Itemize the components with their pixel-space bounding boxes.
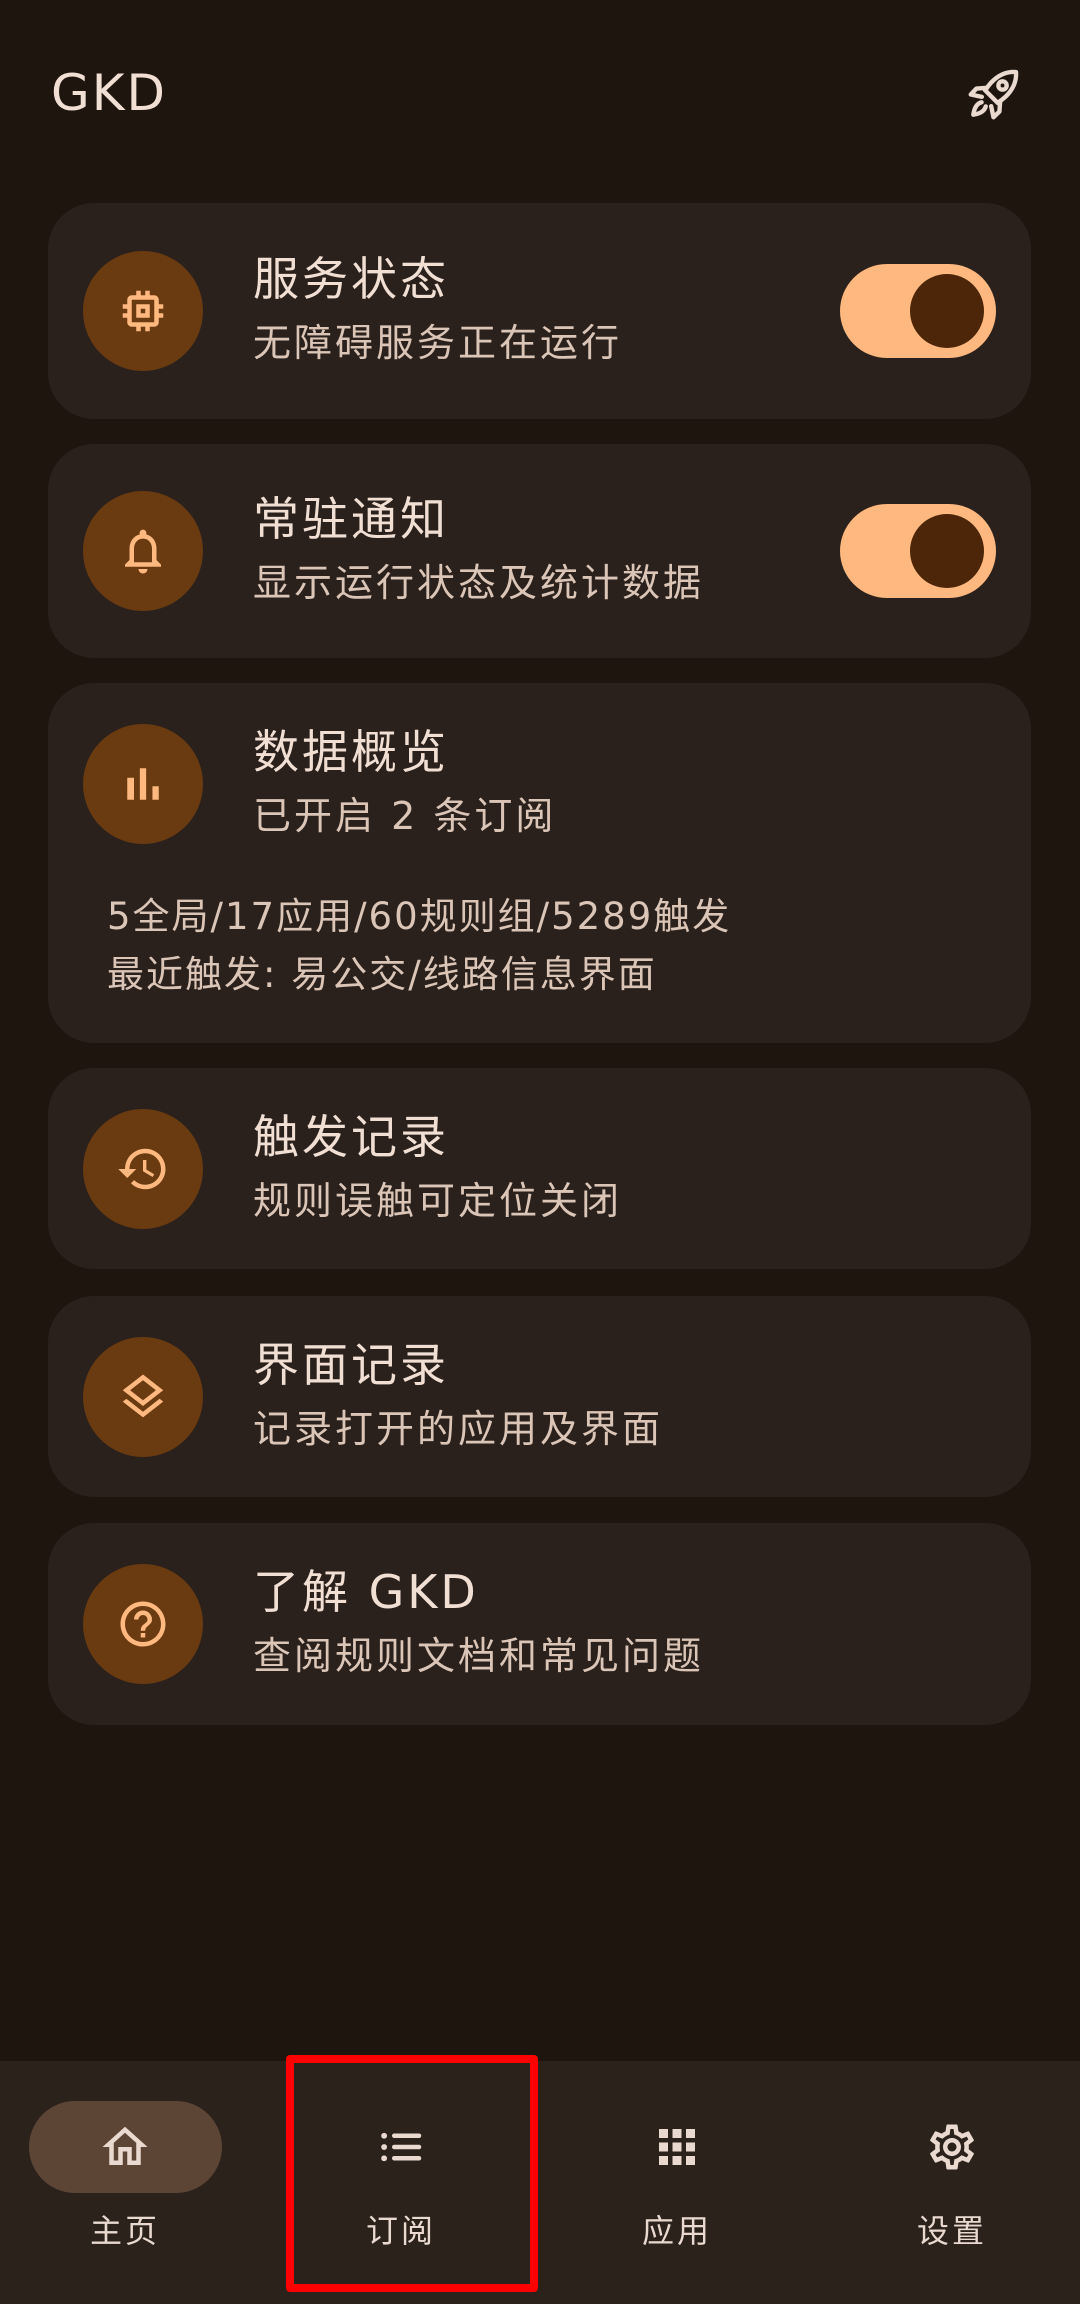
chip-icon — [122, 290, 164, 332]
history-icon-badge — [83, 1108, 203, 1229]
card-title: 界面记录 — [253, 1337, 449, 1392]
nav-indicator — [28, 2101, 222, 2193]
rocket-button[interactable] — [960, 60, 1028, 128]
rocket-icon — [968, 69, 1019, 120]
card-header: 数据概览 已开启 2 条订阅 — [48, 720, 1031, 848]
apps-grid-icon — [659, 2129, 695, 2165]
app-title: GKD — [51, 64, 168, 122]
card-header: 触发记录 规则误触可定位关闭 — [48, 1068, 1031, 1269]
nav-label: 主页 — [89, 2212, 160, 2250]
card-title: 服务状态 — [253, 252, 449, 306]
help-icon-badge — [83, 1564, 203, 1684]
card-subtitle: 查阅规则文档和常见问题 — [253, 1634, 705, 1678]
card-texts: 触发记录 规则误触可定位关闭 — [253, 1105, 622, 1233]
card-texts: 数据概览 已开启 2 条订阅 — [253, 720, 556, 848]
card-subtitle: 显示运行状态及统计数据 — [253, 561, 705, 605]
nav-indicator — [581, 2101, 774, 2193]
nav-item-home[interactable]: 主页 — [25, 2101, 225, 2271]
layers-icon — [122, 1374, 164, 1417]
service-status-switch[interactable] — [840, 264, 996, 358]
persistent-notification-switch[interactable] — [840, 504, 996, 598]
trigger-log-card[interactable]: 触发记录 规则误触可定位关闭 — [48, 1068, 1031, 1269]
card-header: 界面记录 记录打开的应用及界面 — [48, 1296, 1031, 1497]
card-header: 了解 GKD 查阅规则文档和常见问题 — [48, 1523, 1031, 1725]
screen-log-card[interactable]: 界面记录 记录打开的应用及界面 — [48, 1296, 1031, 1497]
chip-icon-badge — [83, 251, 203, 371]
list-icon — [381, 2132, 422, 2162]
nav-label: 应用 — [641, 2212, 712, 2250]
card-texts: 服务状态 无障碍服务正在运行 — [253, 247, 622, 375]
card-subtitle: 已开启 2 条订阅 — [253, 794, 557, 838]
nav-item-apps[interactable]: 应用 — [577, 2101, 777, 2271]
nav-item-subscriptions[interactable]: 订阅 — [301, 2101, 501, 2271]
persistent-notification-card[interactable]: 常驻通知 显示运行状态及统计数据 — [48, 444, 1031, 658]
nav-label: 设置 — [916, 2212, 987, 2250]
gear-icon — [930, 2124, 974, 2170]
switch-knob — [910, 274, 984, 348]
data-overview-card[interactable]: 数据概览 已开启 2 条订阅 5全局/17应用/60规则组/5289触发 最近触… — [48, 683, 1031, 1043]
service-status-card[interactable]: 服务状态 无障碍服务正在运行 — [48, 203, 1031, 419]
card-header: 服务状态 无障碍服务正在运行 — [48, 203, 1031, 419]
about-gkd-card[interactable]: 了解 GKD 查阅规则文档和常见问题 — [48, 1523, 1031, 1725]
card-subtitle: 无障碍服务正在运行 — [253, 321, 623, 365]
card-texts: 了解 GKD 查阅规则文档和常见问题 — [253, 1560, 704, 1688]
card-subtitle: 规则误触可定位关闭 — [253, 1178, 623, 1223]
bell-icon — [125, 529, 161, 574]
bell-icon-badge — [83, 491, 203, 611]
overview-stats: 5全局/17应用/60规则组/5289触发 — [107, 895, 732, 938]
bar-chart-icon — [127, 768, 159, 800]
home-icon — [102, 2126, 148, 2165]
nav-indicator — [856, 2101, 1049, 2193]
card-title: 了解 GKD — [253, 1565, 479, 1619]
card-texts: 界面记录 记录打开的应用及界面 — [253, 1333, 663, 1461]
overview-details: 5全局/17应用/60规则组/5289触发 最近触发: 易公交/线路信息界面 — [107, 888, 731, 1004]
layers-icon-badge — [83, 1336, 203, 1457]
switch-knob — [910, 514, 984, 588]
card-title: 触发记录 — [253, 1109, 449, 1164]
card-subtitle: 记录打开的应用及界面 — [253, 1406, 664, 1451]
nav-indicator — [305, 2101, 498, 2193]
card-texts: 常驻通知 显示运行状态及统计数据 — [253, 487, 704, 615]
nav-item-settings[interactable]: 设置 — [852, 2101, 1052, 2271]
recent-trigger: 最近触发: 易公交/线路信息界面 — [107, 953, 657, 996]
card-title: 常驻通知 — [253, 492, 449, 546]
bar-chart-icon-badge — [83, 724, 203, 844]
history-icon — [118, 1148, 166, 1189]
card-header: 常驻通知 显示运行状态及统计数据 — [48, 444, 1031, 658]
bottom-navigation: 主页 订阅 应用 设置 — [0, 2061, 1080, 2304]
help-icon — [120, 1601, 166, 1647]
card-title: 数据概览 — [253, 725, 449, 779]
nav-label: 订阅 — [365, 2212, 436, 2250]
